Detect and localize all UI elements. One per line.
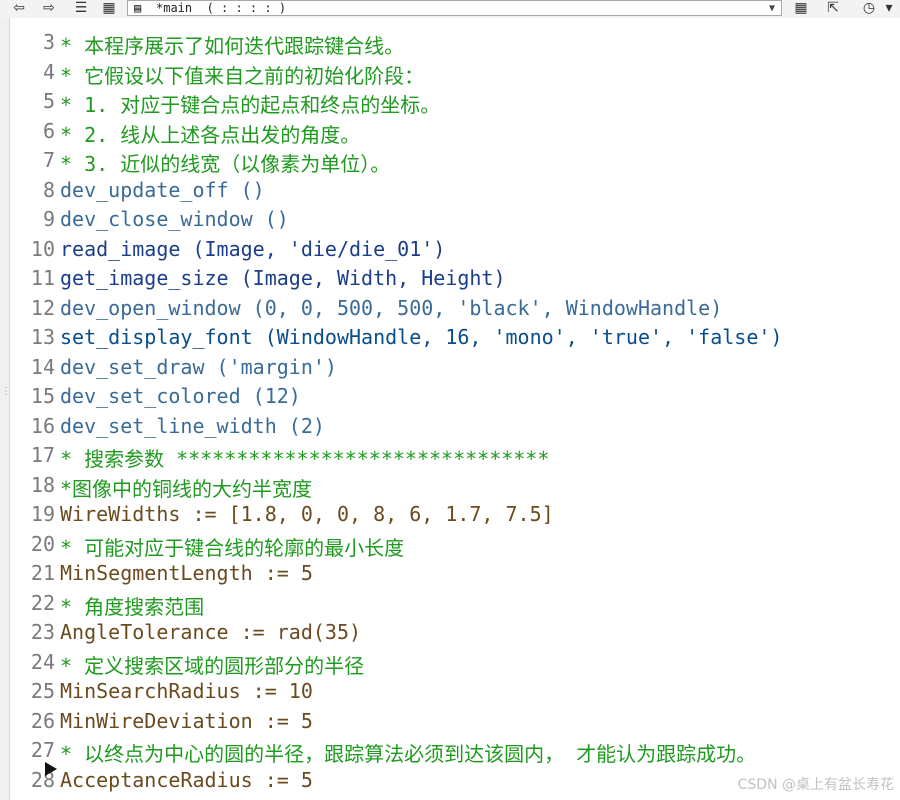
code-text[interactable]: MinWireDeviation := 5: [60, 709, 313, 733]
code-text[interactable]: dev_set_draw ('margin'): [60, 355, 337, 379]
code-line[interactable]: 23 AngleTolerance := rad(35): [10, 620, 900, 649]
line-number: 20: [30, 531, 55, 556]
code-line[interactable]: 6 * 2. 线从上述各点出发的角度。: [10, 119, 900, 148]
code-text[interactable]: set_display_font (WindowHandle, 16, 'mon…: [60, 325, 782, 349]
program-counter-arrow-icon: [45, 762, 57, 776]
code-text[interactable]: MinSegmentLength := 5: [60, 561, 313, 585]
line-number: 10: [30, 236, 55, 261]
code-text[interactable]: dev_set_colored (12): [60, 384, 301, 408]
line-number: 6: [42, 118, 55, 143]
code-line[interactable]: 17 * 搜索参数 *******************************: [10, 443, 900, 472]
code-text[interactable]: WireWidths := [1.8, 0, 0, 8, 6, 1.7, 7.5…: [60, 502, 554, 526]
code-editor[interactable]: 3 * 本程序展示了如何迭代跟踪键合线。 4 * 它假设以下值来自之前的初始化阶段： 5…: [10, 30, 900, 800]
grid-view-icon[interactable]: ▦: [100, 0, 118, 16]
code-text[interactable]: AcceptanceRadius := 5: [60, 768, 313, 792]
back-arrow-icon[interactable]: ⇦: [10, 0, 28, 16]
line-number: 24: [30, 649, 55, 674]
code-text[interactable]: dev_close_window (): [60, 207, 289, 231]
code-line[interactable]: 26 MinWireDeviation := 5: [10, 709, 900, 738]
line-number: 15: [30, 384, 55, 408]
code-text[interactable]: AngleTolerance := rad(35): [60, 620, 361, 644]
code-line[interactable]: 16 dev_set_line_width (2): [10, 414, 900, 443]
line-number: 26: [30, 708, 55, 733]
code-text[interactable]: read_image (Image, 'die/die_01'): [60, 237, 445, 261]
code-text[interactable]: * 2. 线从上述各点出发的角度。: [60, 119, 360, 148]
code-line[interactable]: 19 WireWidths := [1.8, 0, 0, 8, 6, 1.7, 7…: [10, 502, 900, 531]
code-line[interactable]: 8 dev_update_off (): [10, 178, 900, 207]
gauge-icon[interactable]: ◷: [860, 0, 878, 16]
line-number: 18: [30, 472, 55, 497]
code-text[interactable]: * 它假设以下值来自之前的初始化阶段：: [60, 60, 424, 89]
line-number: 19: [30, 502, 55, 526]
code-text[interactable]: get_image_size (Image, Width, Height): [60, 266, 506, 290]
code-text[interactable]: dev_update_off (): [60, 178, 265, 202]
procedure-icon: ▤: [134, 1, 142, 15]
toolbar: ⇦ ⇨ ☰ ▦ ▤ *main ( : : : : ) ▼ ▦ ⇱ ◷ ▾: [0, 0, 900, 18]
code-line[interactable]: 24 * 定义搜索区域的圆形部分的半径: [10, 650, 900, 679]
line-number: 27: [30, 738, 55, 762]
line-number: 22: [30, 590, 55, 615]
line-number: 14: [30, 354, 55, 379]
code-line[interactable]: 27 * 以终点为中心的圆的半径，跟踪算法必须到达该圆内， 才能认为跟踪成功。: [10, 738, 900, 767]
line-number: 7: [42, 148, 55, 172]
code-text[interactable]: *图像中的铜线的大约半宽度: [60, 473, 312, 502]
chevron-down-icon[interactable]: ▼: [769, 1, 775, 16]
code-text[interactable]: dev_set_line_width (2): [60, 414, 325, 438]
line-number: 5: [42, 89, 55, 113]
code-line[interactable]: 3 * 本程序展示了如何迭代跟踪键合线。: [10, 30, 900, 59]
procedure-selector[interactable]: ▤ *main ( : : : : ) ▼: [127, 0, 782, 16]
splitter-handle[interactable]: ⋮: [1, 386, 11, 397]
code-text[interactable]: * 以终点为中心的圆的半径，跟踪算法必须到达该圆内， 才能认为跟踪成功。: [60, 738, 756, 767]
code-line[interactable]: 18 *图像中的铜线的大约半宽度: [10, 473, 900, 502]
watermark: CSDN @桌上有盆长寿花: [737, 777, 894, 793]
code-text[interactable]: * 可能对应于键合线的轮廓的最小长度: [60, 532, 404, 561]
line-number: 25: [30, 679, 55, 703]
line-number: 4: [42, 59, 55, 84]
line-number: 16: [30, 413, 55, 438]
code-line[interactable]: 21 MinSegmentLength := 5: [10, 561, 900, 590]
line-number: 17: [30, 443, 55, 467]
code-text[interactable]: MinSearchRadius := 10: [60, 679, 313, 703]
code-line[interactable]: 7 * 3. 近似的线宽（以像素为单位）。: [10, 148, 900, 177]
forward-arrow-icon[interactable]: ⇨: [40, 0, 58, 16]
code-line[interactable]: 11 get_image_size (Image, Width, Height): [10, 266, 900, 295]
code-line[interactable]: 12 dev_open_window (0, 0, 500, 500, 'blac…: [10, 296, 900, 325]
code-line[interactable]: 4 * 它假设以下值来自之前的初始化阶段：: [10, 60, 900, 89]
line-number: 8: [42, 177, 55, 202]
code-text[interactable]: dev_open_window (0, 0, 500, 500, 'black'…: [60, 296, 722, 320]
code-line[interactable]: 15 dev_set_colored (12): [10, 384, 900, 413]
calculator-icon[interactable]: ▦: [792, 0, 810, 16]
more-dropdown-icon[interactable]: ▾: [882, 0, 896, 16]
code-line[interactable]: 20 * 可能对应于键合线的轮廓的最小长度: [10, 532, 900, 561]
procedure-selector-value: *main ( : : : : ): [156, 1, 287, 15]
code-text[interactable]: * 1. 对应于键合点的起点和终点的坐标。: [60, 89, 440, 118]
list-view-icon[interactable]: ☰: [72, 0, 90, 16]
left-gutter: [0, 18, 10, 800]
code-line[interactable]: 13 set_display_font (WindowHandle, 16, 'm…: [10, 325, 900, 354]
code-line[interactable]: 5 * 1. 对应于键合点的起点和终点的坐标。: [10, 89, 900, 118]
line-number: 13: [30, 325, 55, 349]
code-text[interactable]: * 3. 近似的线宽（以像素为单位）。: [60, 148, 390, 177]
code-text[interactable]: * 搜索参数 *******************************: [60, 443, 549, 472]
clear-icon[interactable]: ⇱: [824, 0, 842, 16]
code-text[interactable]: * 本程序展示了如何迭代跟踪键合线。: [60, 30, 404, 59]
code-line[interactable]: 22 * 角度搜索范围: [10, 591, 900, 620]
code-line[interactable]: 9 dev_close_window (): [10, 207, 900, 236]
line-number: 12: [30, 295, 55, 320]
line-number: 11: [30, 266, 55, 290]
line-number: 9: [42, 207, 55, 231]
code-text[interactable]: * 定义搜索区域的圆形部分的半径: [60, 650, 364, 679]
code-line[interactable]: 10 read_image (Image, 'die/die_01'): [10, 237, 900, 266]
code-line[interactable]: 14 dev_set_draw ('margin'): [10, 355, 900, 384]
line-number: 3: [42, 30, 55, 54]
code-text[interactable]: * 角度搜索范围: [60, 591, 204, 620]
line-number: 23: [30, 620, 55, 644]
line-number: 21: [30, 561, 55, 585]
code-line[interactable]: 25 MinSearchRadius := 10: [10, 679, 900, 708]
